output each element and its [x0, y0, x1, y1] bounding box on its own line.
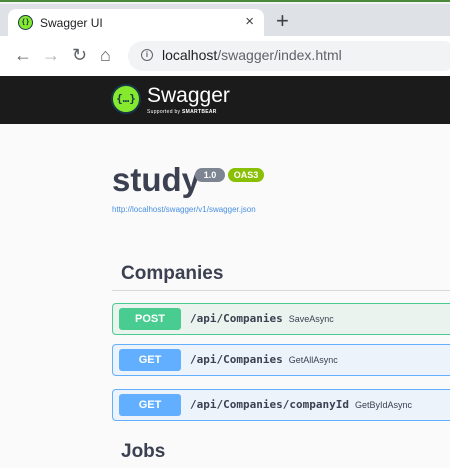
operation-summary: GetByIdAsync	[354, 400, 412, 410]
oas-badge: OAS3	[228, 168, 264, 182]
url-path: /swagger/index.html	[217, 47, 342, 63]
swagger-logo-icon[interactable]: {…}	[111, 84, 141, 114]
operation-path: /api/Companies SaveAsync	[190, 312, 334, 325]
reload-icon[interactable]: ↻	[72, 44, 87, 66]
accent-line	[0, 0, 450, 2]
info-icon[interactable]: i	[141, 49, 153, 61]
back-arrow-icon[interactable]: ←	[14, 44, 32, 66]
browser-toolbar: ← → ↻ ⌂ i localhost/swagger/index.html	[0, 36, 450, 76]
swagger-topbar: {…} Swagger Supported by SMARTBEAR	[0, 76, 450, 124]
method-badge: GET	[119, 349, 181, 371]
operation-get-company-by-id[interactable]: GET /api/Companies/companyId GetByIdAsync	[112, 389, 450, 421]
method-badge: GET	[119, 394, 181, 416]
tag-divider	[112, 290, 450, 291]
version-badge: 1.0	[195, 168, 225, 182]
url-text[interactable]: localhost/swagger/index.html	[162, 47, 342, 63]
tab-strip: {} Swagger UI × +	[0, 4, 450, 36]
new-tab-button[interactable]: +	[276, 10, 289, 32]
tag-jobs[interactable]: Jobs	[121, 441, 165, 463]
spec-url-link[interactable]: http://localhost/swagger/v1/swagger.json	[112, 205, 256, 214]
url-host: localhost	[162, 47, 218, 63]
address-bar[interactable]: i localhost/swagger/index.html	[128, 41, 450, 71]
swagger-favicon-icon: {}	[18, 15, 33, 30]
operation-post-companies[interactable]: POST /api/Companies SaveAsync	[112, 303, 450, 335]
api-title: study	[112, 161, 201, 198]
operation-get-companies[interactable]: GET /api/Companies GetAllAsync	[112, 344, 450, 376]
operation-path: /api/Companies/companyId GetByIdAsync	[190, 398, 412, 411]
operation-summary: SaveAsync	[288, 314, 334, 324]
tab-title: Swagger UI	[40, 16, 103, 30]
forward-arrow-icon[interactable]: →	[42, 44, 60, 66]
home-icon[interactable]: ⌂	[100, 44, 111, 66]
operation-path: /api/Companies GetAllAsync	[190, 353, 338, 366]
swagger-brand[interactable]: Swagger	[147, 84, 230, 108]
tab-close-icon[interactable]: ×	[245, 13, 254, 31]
browser-tab[interactable]: {} Swagger UI ×	[8, 9, 264, 36]
supported-by-text: Supported by SMARTBEAR	[147, 109, 217, 115]
operation-summary: GetAllAsync	[288, 355, 338, 365]
tag-companies[interactable]: Companies	[121, 263, 223, 285]
method-badge: POST	[119, 308, 181, 330]
